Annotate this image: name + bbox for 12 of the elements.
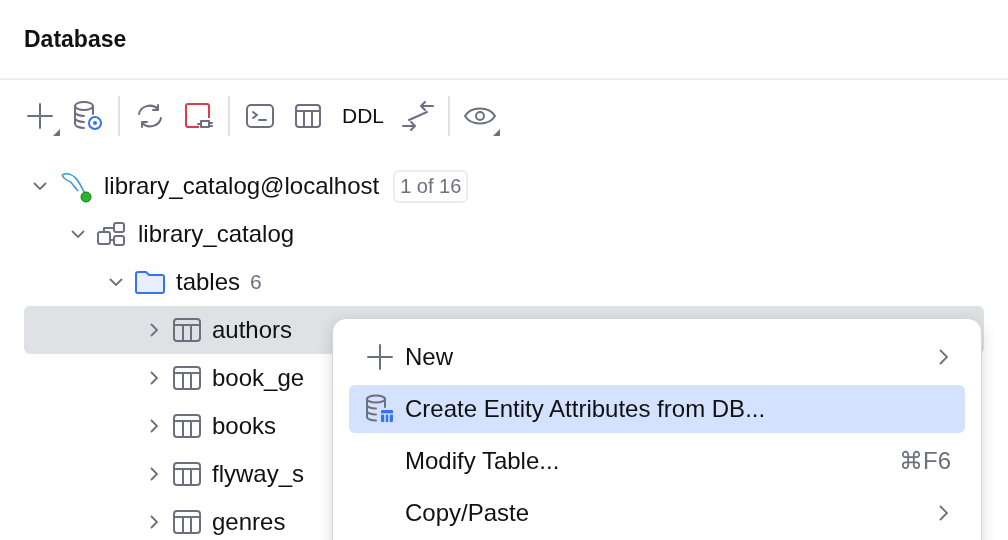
tree-label: library_catalog: [138, 220, 295, 248]
session-badge: 1 of 16: [393, 169, 469, 203]
tree-label: library_catalog@localhost: [104, 172, 380, 200]
tree-label: authors: [212, 316, 293, 344]
shortcut-label: ⌘F6: [899, 447, 951, 475]
tree-label: tables: [176, 268, 241, 296]
tree-label: flyway_s: [212, 460, 305, 488]
tree-label: genres: [212, 508, 286, 536]
tree-label: books: [212, 412, 277, 440]
panel-title: Database: [24, 25, 127, 53]
tree-label: book_ge: [212, 364, 305, 392]
item-count: 6: [250, 270, 262, 294]
